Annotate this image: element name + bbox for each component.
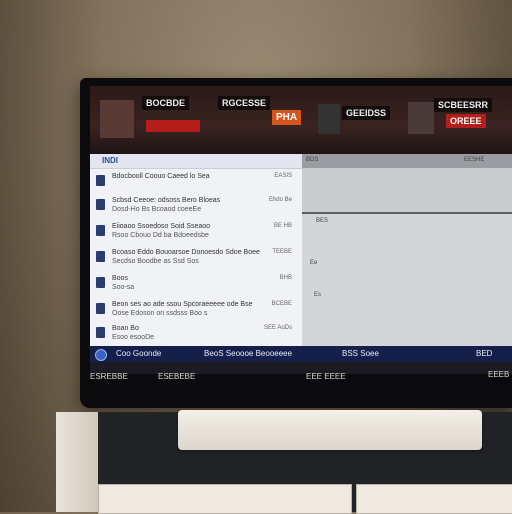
bezel-label: ESREBBE: [90, 372, 128, 381]
banner-bar: [146, 120, 200, 132]
media-banner: BOCBDE RGCESSE PHA GEEIDSS SCBEESRR OREE…: [90, 86, 512, 154]
taskbar-clock: BED: [476, 349, 493, 358]
list-item-subtitle: Oose Edoson on ssdsss Boo s: [112, 310, 208, 317]
list-item[interactable]: Bdocbooll Coouo Caeed lo Sea EASIS: [90, 172, 302, 196]
preview-label: BDS: [306, 157, 319, 163]
list-item-title: Bcoaso Eddo Bouoarsoe Donoesdo Sdoe Boee: [112, 249, 260, 256]
list-item-meta: SEE AoDs: [263, 325, 292, 331]
list-item-meta: EASIS: [274, 173, 292, 179]
list-item-meta: BCEBE: [271, 301, 292, 307]
tv-stand: [178, 410, 482, 450]
list-item[interactable]: Boos Soo-sa BHB: [90, 274, 302, 298]
list-item-title: Bdocbooll Coouo Caeed lo Sea: [112, 173, 210, 180]
tv-screen: BOCBDE RGCESSE PHA GEEIDSS SCBEESRR OREE…: [90, 86, 512, 374]
preview-body: BES Ee Es: [302, 212, 512, 346]
document-icon: [96, 277, 105, 288]
cabinet-drawer: [98, 484, 352, 514]
list-item[interactable]: Beon ses ao ade ssou Spcoraeeeee ode Bse…: [90, 300, 302, 324]
content-list-panel: INDI Bdocbooll Coouo Caeed lo Sea EASIS …: [90, 154, 302, 346]
list-item-title: Boan Bo: [112, 325, 139, 332]
list-item[interactable]: Eiioaoo Ssoedoso Soid Sseaoo Rsoo Cbouo …: [90, 222, 302, 246]
cabinet-drawer: [356, 484, 512, 514]
cabinet-side: [56, 412, 98, 512]
list-item-meta: BHB: [279, 275, 292, 281]
taskbar-item[interactable]: Coo Goonde: [116, 349, 161, 358]
preview-panel: BDS EESHE BES Ee Es: [302, 154, 512, 346]
list-item[interactable]: Scbsd Ceeoe: odsoss Bero Bloeas Dosd-Ho …: [90, 196, 302, 220]
bezel-label: ESEBEBE: [158, 372, 196, 381]
list-item-meta: TEEBE: [272, 249, 292, 255]
list-item[interactable]: Boan Bo Esoo esooDe SEE AoDs: [90, 324, 302, 348]
document-icon: [96, 225, 105, 236]
preview-header: BDS EESHE: [302, 154, 512, 168]
list-item-title: Eiioaoo Ssoedoso Soid Sseaoo: [112, 223, 211, 230]
list-item-subtitle: Secdso Boodbe as Ssd Sos: [112, 258, 199, 265]
poster-thumbnail: [318, 104, 340, 134]
list-item[interactable]: Bcoaso Eddo Bouoarsoe Donoesdo Sdoe Boee…: [90, 248, 302, 272]
banner-tile: BOCBDE: [142, 96, 190, 110]
list-item-subtitle: Dosd-Ho Bs Bcoaod coeeEe: [112, 206, 202, 213]
list-item-meta: Ehdo Be: [268, 197, 292, 203]
document-icon: [96, 327, 105, 338]
taskbar: Coo Goonde BeoS Seoooe Beooeeee BSS Soee…: [90, 346, 512, 362]
list-item-subtitle: Esoo esooDe: [112, 334, 155, 341]
list-item-subtitle: Soo-sa: [112, 284, 135, 291]
list-item-title: Boos: [112, 275, 128, 282]
list-item-title: Scbsd Ceeoe: odsoss Bero Bloeas: [112, 197, 221, 204]
preview-label: Es: [314, 292, 322, 298]
banner-tile: GEEIDSS: [342, 106, 391, 120]
start-button[interactable]: [95, 349, 107, 361]
poster-thumbnail: [408, 102, 434, 134]
bezel-label: EEE EEEE: [306, 372, 346, 381]
preview-label: Ee: [310, 260, 318, 266]
document-icon: [96, 175, 105, 186]
document-icon: [96, 199, 105, 210]
document-icon: [96, 251, 105, 262]
list-item-meta: BE HB: [273, 223, 292, 229]
banner-tile: PHA: [272, 110, 302, 125]
taskbar-item[interactable]: BeoS Seoooe Beooeeee: [204, 349, 292, 358]
bezel-label: EEEB: [488, 370, 510, 379]
preview-label: EESHE: [464, 157, 485, 163]
taskbar-item[interactable]: BSS Soee: [342, 349, 379, 358]
brand-label: INDI: [102, 156, 118, 165]
list-header: INDI: [90, 154, 302, 169]
banner-tile: OREEE: [446, 114, 486, 128]
banner-tile: RGCESSE: [218, 96, 271, 110]
document-icon: [96, 303, 105, 314]
preview-label: BES: [316, 218, 329, 224]
list-item-subtitle: Rsoo Cbouo Dd ba Bdoeedsbe: [112, 232, 209, 239]
poster-thumbnail: [100, 100, 134, 138]
banner-tile: SCBEESRR: [434, 98, 493, 112]
list-item-title: Beon ses ao ade ssou Spcoraeeeee ode Bse: [112, 301, 253, 308]
